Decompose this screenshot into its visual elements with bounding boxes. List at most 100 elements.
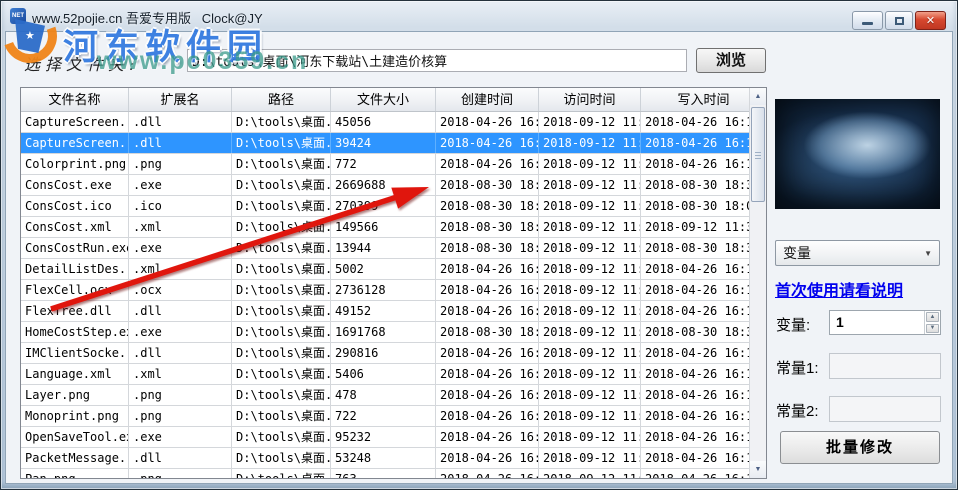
table-row[interactable]: Pan.png .png D:\tools\桌面... 763 2018-04-… <box>21 469 766 478</box>
cell-file-name: OpenSaveTool.exe <box>21 427 129 447</box>
cell-path: D:\tools\桌面... <box>232 238 331 258</box>
minimize-icon <box>862 22 873 25</box>
table-row[interactable]: CaptureScreen... .dll D:\tools\桌面... 394… <box>21 133 766 154</box>
browse-button[interactable]: 浏览 <box>696 48 766 73</box>
table-row[interactable]: ConsCost.xml .xml D:\tools\桌面... 149566 … <box>21 217 766 238</box>
cell-file-name: IMClientSocke... <box>21 343 129 363</box>
cell-file-size: 149566 <box>331 217 436 237</box>
cell-accessed: 2018-09-12 11:14 <box>539 133 641 153</box>
spinner-down-button[interactable]: ▼ <box>926 323 939 333</box>
close-icon: ✕ <box>925 15 936 27</box>
table-row[interactable]: ConsCost.exe .exe D:\tools\桌面... 2669688… <box>21 175 766 196</box>
cell-path: D:\tools\桌面... <box>232 427 331 447</box>
table-row[interactable]: ConsCostRun.exe .exe D:\tools\桌面... 1394… <box>21 238 766 259</box>
cell-file-size: 772 <box>331 154 436 174</box>
header-extension[interactable]: 扩展名 <box>129 88 232 111</box>
table-scrollbar[interactable]: ▲ ▼ <box>749 88 766 478</box>
table-body: CaptureScreen... .dll D:\tools\桌面... 450… <box>21 112 766 478</box>
cell-written: 2018-04-26 16:15 <box>641 280 766 300</box>
cell-file-size: 49152 <box>331 301 436 321</box>
minimize-button[interactable] <box>852 11 883 30</box>
close-button[interactable]: ✕ <box>915 11 946 30</box>
header-accessed[interactable]: 访问时间 <box>539 88 641 111</box>
cell-accessed: 2018-09-12 11:14 <box>539 238 641 258</box>
header-path[interactable]: 路径 <box>232 88 331 111</box>
mode-dropdown[interactable]: 变量 ▼ <box>775 240 940 266</box>
cell-file-size: 39424 <box>331 133 436 153</box>
cell-file-size: 13944 <box>331 238 436 258</box>
cell-path: D:\tools\桌面... <box>232 448 331 468</box>
cell-path: D:\tools\桌面... <box>232 343 331 363</box>
cell-written: 2018-08-30 18:05 <box>641 196 766 216</box>
header-file-size[interactable]: 文件大小 <box>331 88 436 111</box>
cell-extension: .xml <box>129 217 232 237</box>
folder-path-input[interactable] <box>187 49 687 72</box>
cell-path: D:\tools\桌面... <box>232 133 331 153</box>
scroll-thumb[interactable] <box>751 107 765 202</box>
cell-accessed: 2018-09-12 11:14 <box>539 301 641 321</box>
header-written[interactable]: 写入时间 <box>641 88 766 111</box>
cell-written: 2018-04-26 16:15 <box>641 427 766 447</box>
cell-extension: .png <box>129 469 232 478</box>
table-row[interactable]: HomeCostStep.exe .exe D:\tools\桌面... 169… <box>21 322 766 343</box>
help-link[interactable]: 首次使用请看说明 <box>775 277 903 301</box>
variable-value[interactable]: 1 <box>830 311 924 334</box>
batch-modify-button[interactable]: 批量修改 <box>780 431 940 464</box>
table-row[interactable]: ConsCost.ico .ico D:\tools\桌面... 270399 … <box>21 196 766 217</box>
titlebar[interactable]: NET www.52pojie.cn 吾爱专用版 Clock@JY ✕ <box>1 1 957 31</box>
constant1-input[interactable] <box>829 353 941 379</box>
table-row[interactable]: FlexCell.ocx .ocx D:\tools\桌面... 2736128… <box>21 280 766 301</box>
table-row[interactable]: Colorprint.png .png D:\tools\桌面... 772 2… <box>21 154 766 175</box>
cell-file-size: 270399 <box>331 196 436 216</box>
maximize-button[interactable] <box>885 11 913 30</box>
table-header: 文件名称 扩展名 路径 文件大小 创建时间 访问时间 写入时间 <box>21 88 766 112</box>
cell-file-size: 45056 <box>331 112 436 132</box>
cell-file-name: ConsCostRun.exe <box>21 238 129 258</box>
table-row[interactable]: DetailListDes... .xml D:\tools\桌面... 500… <box>21 259 766 280</box>
cell-file-size: 5406 <box>331 364 436 384</box>
chevron-down-icon: ▼ <box>924 248 932 258</box>
scroll-down-icon[interactable]: ▼ <box>750 461 766 478</box>
variable-spinner[interactable]: 1 ▲ ▼ <box>829 310 941 335</box>
cell-written: 2018-04-26 16:15 <box>641 112 766 132</box>
cell-extension: .png <box>129 154 232 174</box>
constant2-input[interactable] <box>829 396 941 422</box>
spinner-up-button[interactable]: ▲ <box>926 312 939 322</box>
cell-created: 2018-04-26 16:15 <box>436 301 539 321</box>
table-row[interactable]: FlexTree.dll .dll D:\tools\桌面... 49152 2… <box>21 301 766 322</box>
folder-label: 选择文件夹: <box>24 55 140 74</box>
variable-label: 变量: <box>776 317 811 334</box>
cell-file-size: 2736128 <box>331 280 436 300</box>
cell-created: 2018-08-30 18:30 <box>436 322 539 342</box>
cell-extension: .dll <box>129 448 232 468</box>
table-row[interactable]: Monoprint.png .png D:\tools\桌面... 722 20… <box>21 406 766 427</box>
cell-file-size: 290816 <box>331 343 436 363</box>
cell-created: 2018-04-26 16:15 <box>436 364 539 384</box>
cell-extension: .png <box>129 385 232 405</box>
cell-created: 2018-04-26 16:15 <box>436 469 539 478</box>
cell-written: 2018-04-26 16:15 <box>641 364 766 384</box>
cell-accessed: 2018-09-12 11:14 <box>539 469 641 478</box>
cell-path: D:\tools\桌面... <box>232 259 331 279</box>
cell-file-name: Colorprint.png <box>21 154 129 174</box>
table-row[interactable]: OpenSaveTool.exe .exe D:\tools\桌面... 952… <box>21 427 766 448</box>
table-row[interactable]: PacketMessage... .dll D:\tools\桌面... 532… <box>21 448 766 469</box>
cell-accessed: 2018-09-12 11:14 <box>539 280 641 300</box>
table-row[interactable]: Language.xml .xml D:\tools\桌面... 5406 20… <box>21 364 766 385</box>
cell-accessed: 2018-09-12 11:14 <box>539 154 641 174</box>
table-row[interactable]: Layer.png .png D:\tools\桌面... 478 2018-0… <box>21 385 766 406</box>
cell-extension: .dll <box>129 133 232 153</box>
cell-file-name: FlexCell.ocx <box>21 280 129 300</box>
cell-accessed: 2018-09-12 11:14 <box>539 196 641 216</box>
cell-accessed: 2018-09-12 11:14 <box>539 448 641 468</box>
cell-path: D:\tools\桌面... <box>232 217 331 237</box>
scroll-up-icon[interactable]: ▲ <box>750 88 766 105</box>
header-file-name[interactable]: 文件名称 <box>21 88 129 111</box>
cell-created: 2018-04-26 16:15 <box>436 427 539 447</box>
header-created[interactable]: 创建时间 <box>436 88 539 111</box>
preview-image <box>775 99 940 209</box>
cell-path: D:\tools\桌面... <box>232 280 331 300</box>
table-row[interactable]: CaptureScreen... .dll D:\tools\桌面... 450… <box>21 112 766 133</box>
table-row[interactable]: IMClientSocke... .dll D:\tools\桌面... 290… <box>21 343 766 364</box>
cell-created: 2018-08-30 18:30 <box>436 238 539 258</box>
